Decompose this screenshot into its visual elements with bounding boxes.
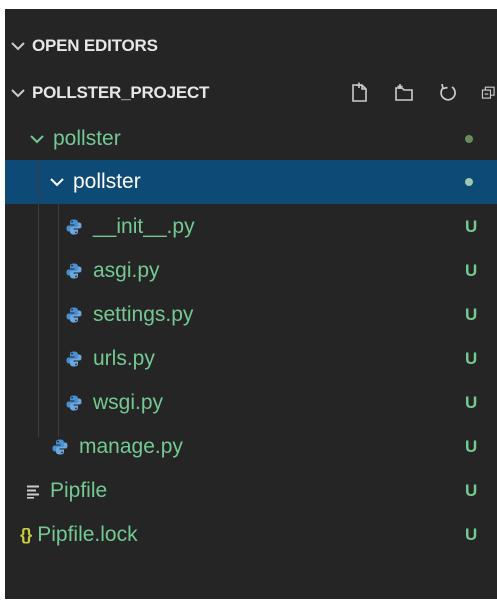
untracked-badge: U	[465, 437, 478, 456]
python-icon	[63, 392, 85, 414]
tree-file-row[interactable]: wsgi.py U	[5, 381, 497, 425]
chevron-down-icon	[8, 83, 28, 103]
file-label: manage.py	[79, 435, 183, 458]
new-file-icon[interactable]	[349, 82, 371, 104]
untracked-badge: U	[465, 217, 478, 236]
untracked-badge: U	[465, 261, 478, 280]
tree-file-row[interactable]: settings.py U	[5, 293, 497, 337]
chevron-down-icon	[8, 36, 28, 56]
file-label: __init__.py	[93, 215, 195, 238]
python-icon	[49, 436, 71, 458]
untracked-badge: U	[465, 393, 478, 412]
file-label: Pipfile.lock	[37, 523, 138, 546]
refresh-icon[interactable]	[437, 82, 459, 104]
explorer-panel: OPEN EDITORS POLLSTER_PROJECT pollster p…	[5, 9, 497, 599]
untracked-badge: U	[465, 525, 478, 544]
lines-icon	[22, 480, 44, 502]
untracked-badge: U	[465, 349, 478, 368]
python-icon	[63, 216, 85, 238]
open-editors-header[interactable]: OPEN EDITORS	[5, 24, 497, 68]
python-icon	[63, 260, 85, 282]
modified-dot-icon	[465, 178, 473, 186]
untracked-badge: U	[465, 481, 478, 500]
tree-file-row[interactable]: __init__.py U	[5, 205, 497, 249]
folder-label: pollster	[73, 170, 141, 193]
untracked-badge: U	[465, 305, 478, 324]
new-folder-icon[interactable]	[393, 82, 415, 104]
open-editors-title: OPEN EDITORS	[32, 36, 158, 55]
chevron-down-icon	[47, 172, 67, 192]
folder-label: pollster	[53, 127, 121, 150]
modified-dot-icon	[465, 135, 473, 143]
file-label: Pipfile	[50, 479, 108, 502]
collapse-all-icon[interactable]	[481, 82, 497, 104]
project-title: POLLSTER_PROJECT	[32, 83, 210, 102]
file-label: urls.py	[93, 347, 155, 370]
tree-file-row[interactable]: Pipfile U	[5, 469, 497, 513]
tree-file-row[interactable]: {} Pipfile.lock U	[5, 513, 497, 557]
explorer-toolbar	[349, 71, 497, 115]
python-icon	[63, 348, 85, 370]
braces-icon: {}	[20, 525, 32, 544]
project-header[interactable]: POLLSTER_PROJECT	[5, 71, 497, 115]
file-label: asgi.py	[93, 259, 160, 282]
chevron-down-icon	[27, 129, 47, 149]
tree-folder-pollster-root[interactable]: pollster	[5, 117, 497, 161]
file-label: settings.py	[93, 303, 194, 326]
file-label: wsgi.py	[93, 391, 164, 414]
tree-folder-pollster-selected[interactable]: pollster	[5, 160, 497, 204]
tree-file-row[interactable]: asgi.py U	[5, 249, 497, 293]
tree-file-row[interactable]: urls.py U	[5, 337, 497, 381]
python-icon	[63, 304, 85, 326]
tree-file-row[interactable]: manage.py U	[5, 425, 497, 469]
